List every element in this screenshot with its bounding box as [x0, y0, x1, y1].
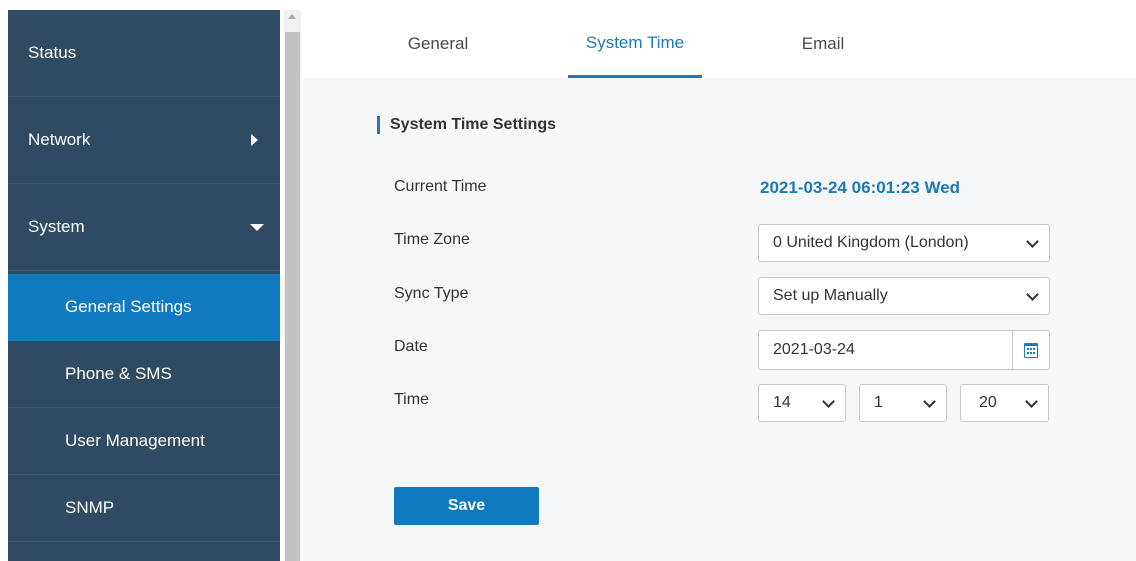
caret-right-icon [251, 134, 258, 146]
tab-general[interactable]: General [388, 10, 488, 78]
tab-label: System Time [585, 32, 685, 52]
tab-system-time[interactable]: System Time [568, 10, 702, 78]
time-label: Time [394, 391, 429, 408]
caret-down-icon [250, 223, 264, 231]
chevron-down-icon [1026, 234, 1039, 248]
sidebar-subitem-general-settings[interactable]: General Settings [8, 274, 280, 341]
sync-type-select[interactable]: Set up Manually [758, 277, 1050, 315]
time-second-select[interactable]: 20 [960, 384, 1049, 422]
sidebar-item-status[interactable]: Status [8, 10, 280, 97]
chevron-down-icon [1026, 287, 1039, 301]
time-minute-value: 1 [874, 394, 883, 411]
date-input[interactable] [759, 331, 1011, 369]
sidebar-subitem-label: Phone & SMS [65, 364, 172, 383]
sidebar-item-label: Status [28, 43, 77, 62]
sidebar-subitem-snmp[interactable]: SNMP [8, 475, 280, 542]
sidebar-item-label: Network [28, 130, 91, 149]
scroll-thumb[interactable] [285, 32, 300, 561]
save-button[interactable]: Save [394, 487, 539, 525]
current-time-value: 2021-03-24 06:01:23 Wed [760, 178, 961, 197]
current-time-label: Current Time [394, 178, 487, 195]
scroll-up-arrow-icon[interactable] [288, 14, 296, 19]
sidebar-item-label: System [28, 217, 85, 236]
sidebar-subitem-label: User Management [65, 431, 205, 450]
time-minute-select[interactable]: 1 [859, 384, 947, 422]
sidebar-subitem-label: SNMP [65, 498, 115, 517]
time-second-value: 20 [979, 394, 997, 411]
time-zone-label: Time Zone [394, 231, 470, 248]
calendar-icon [1024, 342, 1038, 358]
sync-type-label: Sync Type [394, 285, 469, 302]
sidebar-subitem-label: General Settings [65, 297, 192, 316]
main-content: System Time Settings Current Time 2021-0… [303, 78, 1136, 561]
sidebar-scrollbar[interactable] [284, 10, 301, 561]
chevron-down-icon [822, 394, 835, 408]
calendar-button[interactable] [1012, 331, 1049, 369]
section-title: System Time Settings [377, 116, 556, 134]
sidebar-item-system[interactable]: System [8, 184, 280, 271]
chevron-down-icon [1025, 394, 1038, 408]
chevron-down-icon [923, 394, 936, 408]
sync-type-value: Set up Manually [773, 287, 888, 304]
tab-email[interactable]: Email [773, 10, 873, 78]
sidebar: Status Network System General Settings P… [8, 10, 280, 561]
date-label: Date [394, 338, 428, 355]
time-zone-value: 0 United Kingdom (London) [773, 234, 969, 251]
tab-label: Email [801, 34, 845, 53]
time-hour-select[interactable]: 14 [758, 384, 846, 422]
time-zone-select[interactable]: 0 United Kingdom (London) [758, 224, 1050, 262]
time-hour-value: 14 [773, 394, 791, 411]
tab-bar: General System Time Email [303, 10, 1136, 78]
sidebar-item-network[interactable]: Network [8, 97, 280, 184]
tab-label: General [407, 34, 469, 53]
sidebar-subitem-user-management[interactable]: User Management [8, 408, 280, 475]
sidebar-subitem-phone-sms[interactable]: Phone & SMS [8, 341, 280, 408]
date-field [758, 330, 1050, 370]
